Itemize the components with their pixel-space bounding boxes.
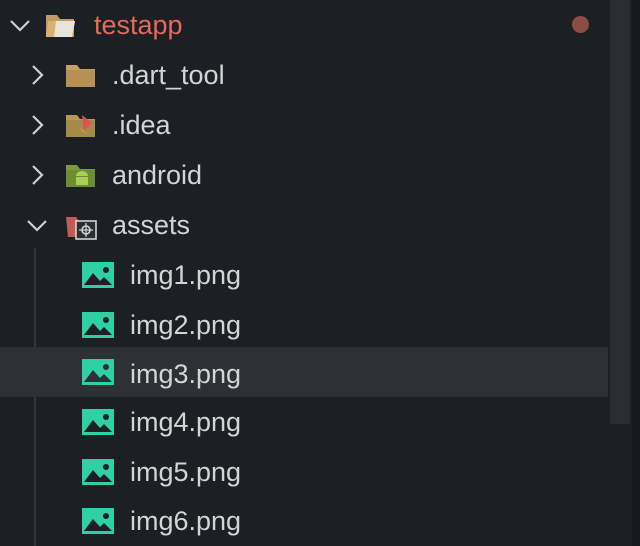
chevron-right-icon[interactable] [25,63,49,87]
image-file-icon [82,508,114,534]
chevron-down-icon[interactable] [8,13,32,37]
tree-file-label: img1.png [130,260,242,290]
tree-item-dart-tool[interactable]: .dart_tool [0,50,608,100]
chevron-down-icon[interactable] [25,213,49,237]
tree-file-img5[interactable]: img5.png [0,447,608,497]
tree-file-img6[interactable]: img6.png [0,496,608,546]
image-file-icon [82,262,114,288]
tree-file-img2[interactable]: img2.png [0,300,608,350]
tree-file-label: img3.png [130,359,242,389]
image-file-icon [82,459,114,485]
tree-item-idea[interactable]: .idea [0,100,608,150]
tree-file-img3[interactable]: img3.png [0,347,608,397]
panel-edge [632,0,640,546]
tree-item-android[interactable]: android [0,150,608,200]
tree-file-img1[interactable]: img1.png [0,250,608,300]
file-explorer: testapp .dart_tool .idea android assets … [0,0,640,546]
chevron-right-icon[interactable] [25,113,49,137]
tree-file-img4[interactable]: img4.png [0,397,608,447]
tree-file-label: img2.png [130,310,242,340]
tree-root-testapp[interactable]: testapp [0,0,608,50]
folder-open-icon [46,15,75,37]
folder-icon [66,65,95,87]
scrollbar-thumb[interactable] [610,0,630,424]
android-folder-icon [66,165,95,187]
tree-item-assets[interactable]: assets [0,200,608,250]
tree-item-label: android [112,160,203,190]
tree-file-label: img4.png [130,407,242,437]
idea-folder-icon [66,115,95,137]
tree-file-label: img5.png [130,457,242,487]
tree-file-label: img6.png [130,506,242,536]
tree-root-label: testapp [94,10,183,40]
tree-item-label: .idea [112,110,171,140]
image-file-icon [82,359,114,385]
modified-status-dot [572,16,589,33]
chevron-right-icon[interactable] [25,163,49,187]
assets-folder-icon [66,217,97,240]
tree-item-label: assets [112,210,191,240]
tree-item-label: .dart_tool [112,60,225,90]
image-file-icon [82,409,114,435]
image-file-icon [82,312,114,338]
